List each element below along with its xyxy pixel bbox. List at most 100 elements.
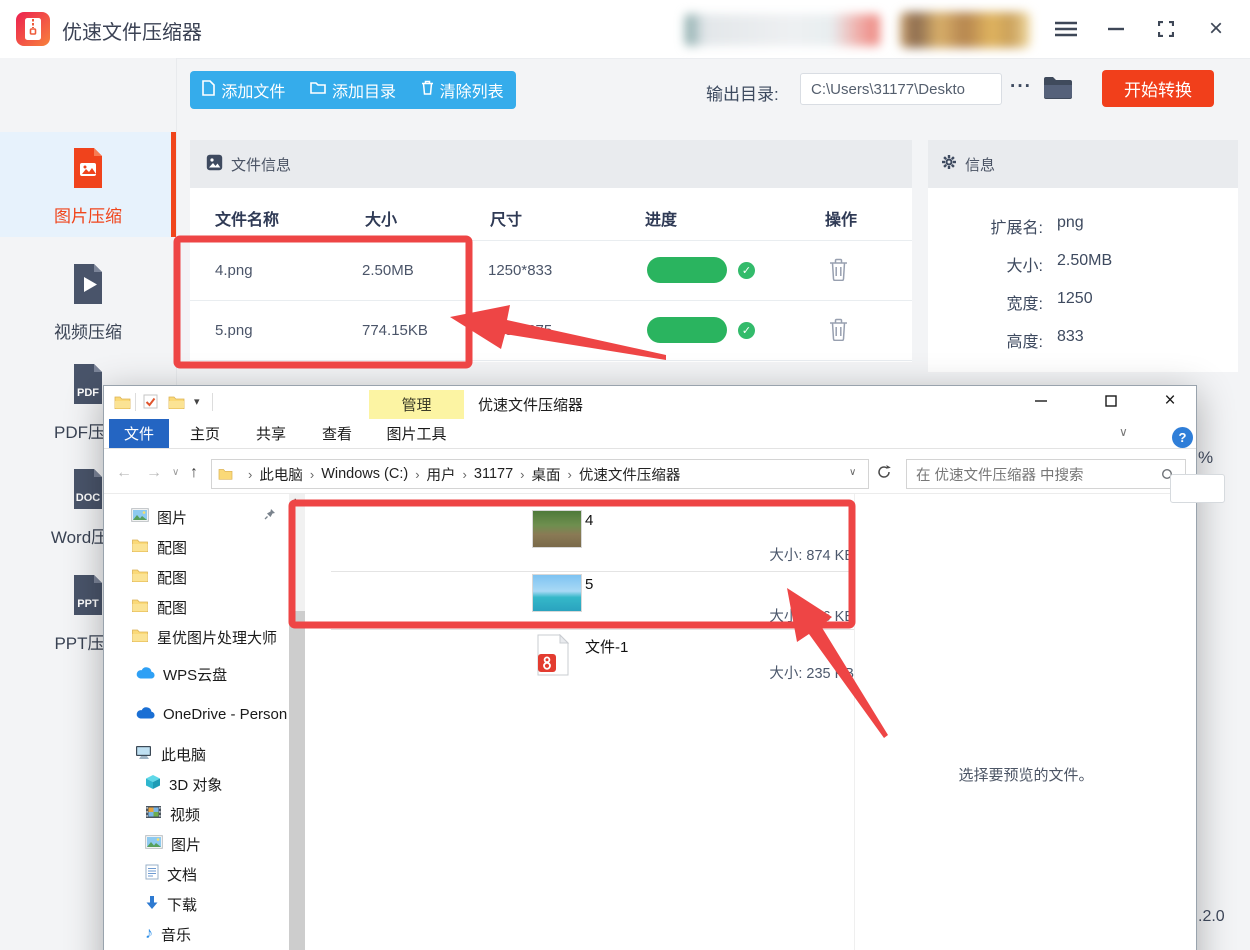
tab-home[interactable]: 主页 — [181, 419, 229, 448]
delete-row-icon[interactable] — [829, 258, 848, 286]
file-name: 4 — [585, 512, 594, 529]
nav-history-icon[interactable]: ∨ — [172, 467, 179, 478]
add-directory-button[interactable]: 添加目录 — [310, 78, 396, 102]
film-icon — [145, 805, 162, 823]
file-name: 5 — [585, 576, 594, 593]
refresh-icon[interactable] — [876, 464, 892, 484]
breadcrumb-windows-c[interactable]: Windows (C:) — [321, 466, 408, 482]
tree-item-videos[interactable]: 视频 — [145, 801, 200, 827]
browse-more-button[interactable]: ··· — [1010, 76, 1032, 98]
app-title: 优速文件压缩器 — [62, 22, 202, 44]
tree-item-documents[interactable]: 文档 — [145, 861, 197, 887]
tab-share[interactable]: 共享 — [247, 419, 295, 448]
output-dir-input[interactable] — [800, 73, 1002, 105]
pdf-badge: PDF — [77, 387, 99, 399]
col-progress: 进度 — [645, 212, 678, 229]
tab-view[interactable]: 查看 — [313, 419, 361, 448]
delete-row-icon[interactable] — [829, 318, 848, 346]
percent-fragment: % — [1198, 448, 1214, 467]
preview-divider — [854, 494, 855, 950]
wps-cloud-icon — [135, 666, 155, 683]
tree-item-pictures[interactable]: 图片 — [145, 831, 201, 857]
trash-icon — [421, 80, 434, 100]
sidebar-item-label: 图片压缩 — [54, 207, 122, 226]
sidebar-item-image-compress[interactable]: 图片压缩 — [0, 132, 176, 237]
close-button[interactable]: × — [1198, 0, 1234, 58]
file-row-5[interactable]: 5 大小: 336 KB — [306, 571, 854, 629]
info-value: 2.50MB — [1057, 252, 1113, 269]
ribbon-collapse-icon[interactable]: ∨ — [1119, 425, 1128, 439]
cell-dimensions: 1250*833 — [488, 262, 553, 279]
quality-input-fragment[interactable] — [1170, 474, 1225, 503]
sidebar-item-video-compress[interactable]: 视频压缩 — [0, 248, 176, 353]
nav-forward-icon[interactable]: → — [146, 464, 162, 482]
output-dir-label: 输出目录: — [706, 85, 779, 104]
tree-item-folder[interactable]: 配图 — [131, 594, 187, 620]
explorer-minimize-button[interactable] — [1019, 386, 1063, 416]
file-panel-header: 文件信息 — [190, 140, 912, 188]
breadcrumb-separator: › — [567, 466, 572, 482]
maximize-button[interactable] — [1148, 0, 1184, 58]
info-value: 833 — [1057, 328, 1084, 345]
file-row-4[interactable]: 4 大小: 874 KB — [306, 506, 854, 564]
tree-item-folder[interactable]: 配图 — [131, 534, 187, 560]
nav-up-icon[interactable]: ↑ — [190, 464, 198, 482]
tree-item-pictures-quickaccess[interactable]: 图片 — [131, 504, 187, 530]
tree-scrollbar-thumb[interactable] — [289, 611, 305, 950]
computer-icon — [135, 745, 153, 764]
folder-icon — [131, 628, 149, 646]
help-icon[interactable]: ? — [1172, 427, 1193, 448]
address-folder-icon — [218, 468, 233, 480]
document-icon — [145, 864, 159, 884]
menu-icon[interactable] — [1048, 0, 1084, 58]
tree-item-music[interactable]: ♪ 音乐 — [145, 921, 191, 947]
address-bar[interactable]: › 此电脑 › Windows (C:) › 用户 › 31177 › 桌面 ›… — [211, 459, 869, 489]
nav-back-icon[interactable]: ← — [116, 464, 132, 482]
cell-filename: 5.png — [215, 322, 253, 339]
tab-picture-tools[interactable]: 图片工具 — [369, 419, 464, 448]
add-directory-label: 添加目录 — [331, 84, 396, 101]
search-box[interactable]: 在 优速文件压缩器 中搜索 — [906, 459, 1186, 489]
breadcrumb-current-folder[interactable]: 优速文件压缩器 — [579, 464, 681, 485]
explorer-title: 优速文件压缩器 — [478, 397, 584, 414]
clear-list-button[interactable]: 清除列表 — [421, 78, 504, 102]
picture-panel-icon — [206, 154, 223, 175]
tree-item-3d-objects[interactable]: 3D 对象 — [145, 771, 222, 797]
tab-file[interactable]: 文件 — [109, 419, 169, 448]
tree-item-folder[interactable]: 配图 — [131, 564, 187, 590]
picture-icon — [131, 508, 149, 526]
col-actions: 操作 — [825, 212, 858, 229]
explorer-maximize-button[interactable] — [1089, 386, 1133, 416]
folder-icon — [131, 538, 149, 556]
toolbar-button-group: 添加文件 添加目录 清除列表 — [190, 71, 516, 109]
tree-item-downloads[interactable]: 下载 — [145, 891, 197, 917]
explorer-close-button[interactable]: × — [1148, 386, 1192, 416]
tree-item-wps-cloud[interactable]: WPS云盘 — [135, 661, 227, 687]
scroll-up-icon[interactable]: ∧ — [292, 496, 299, 507]
done-check-icon: ✓ — [738, 322, 755, 339]
breadcrumb-users[interactable]: 用户 — [427, 464, 456, 485]
open-folder-icon[interactable] — [1043, 76, 1073, 106]
tree-item-this-pc[interactable]: 此电脑 — [135, 741, 206, 767]
new-folder-icon[interactable] — [168, 395, 185, 413]
address-dropdown-icon[interactable]: ∨ — [849, 467, 856, 478]
breadcrumb-31177[interactable]: 31177 — [474, 466, 513, 482]
manage-contextual-tab[interactable]: 管理 — [369, 390, 464, 419]
file-row-document[interactable]: 文件-1 大小: 235 KB — [306, 629, 854, 691]
music-note-icon: ♪ — [145, 925, 153, 942]
qat-dropdown-icon[interactable]: ▾ — [194, 395, 200, 408]
folder-icon — [131, 568, 149, 586]
tree-item-onedrive[interactable]: OneDrive - Person — [135, 701, 287, 727]
picture-icon — [145, 835, 163, 853]
info-value: png — [1057, 214, 1084, 231]
breadcrumb-this-pc[interactable]: 此电脑 — [259, 464, 303, 485]
divider — [135, 393, 136, 411]
breadcrumb-desktop[interactable]: 桌面 — [531, 464, 560, 485]
add-file-button[interactable]: 添加文件 — [202, 78, 285, 102]
properties-check-icon[interactable] — [143, 394, 158, 413]
minimize-button[interactable] — [1098, 0, 1134, 58]
start-convert-button[interactable]: 开始转换 — [1102, 70, 1214, 107]
cube-3d-icon — [145, 774, 161, 794]
info-value: 1250 — [1057, 290, 1093, 307]
tree-item-folder[interactable]: 星优图片处理大师 — [131, 624, 277, 650]
